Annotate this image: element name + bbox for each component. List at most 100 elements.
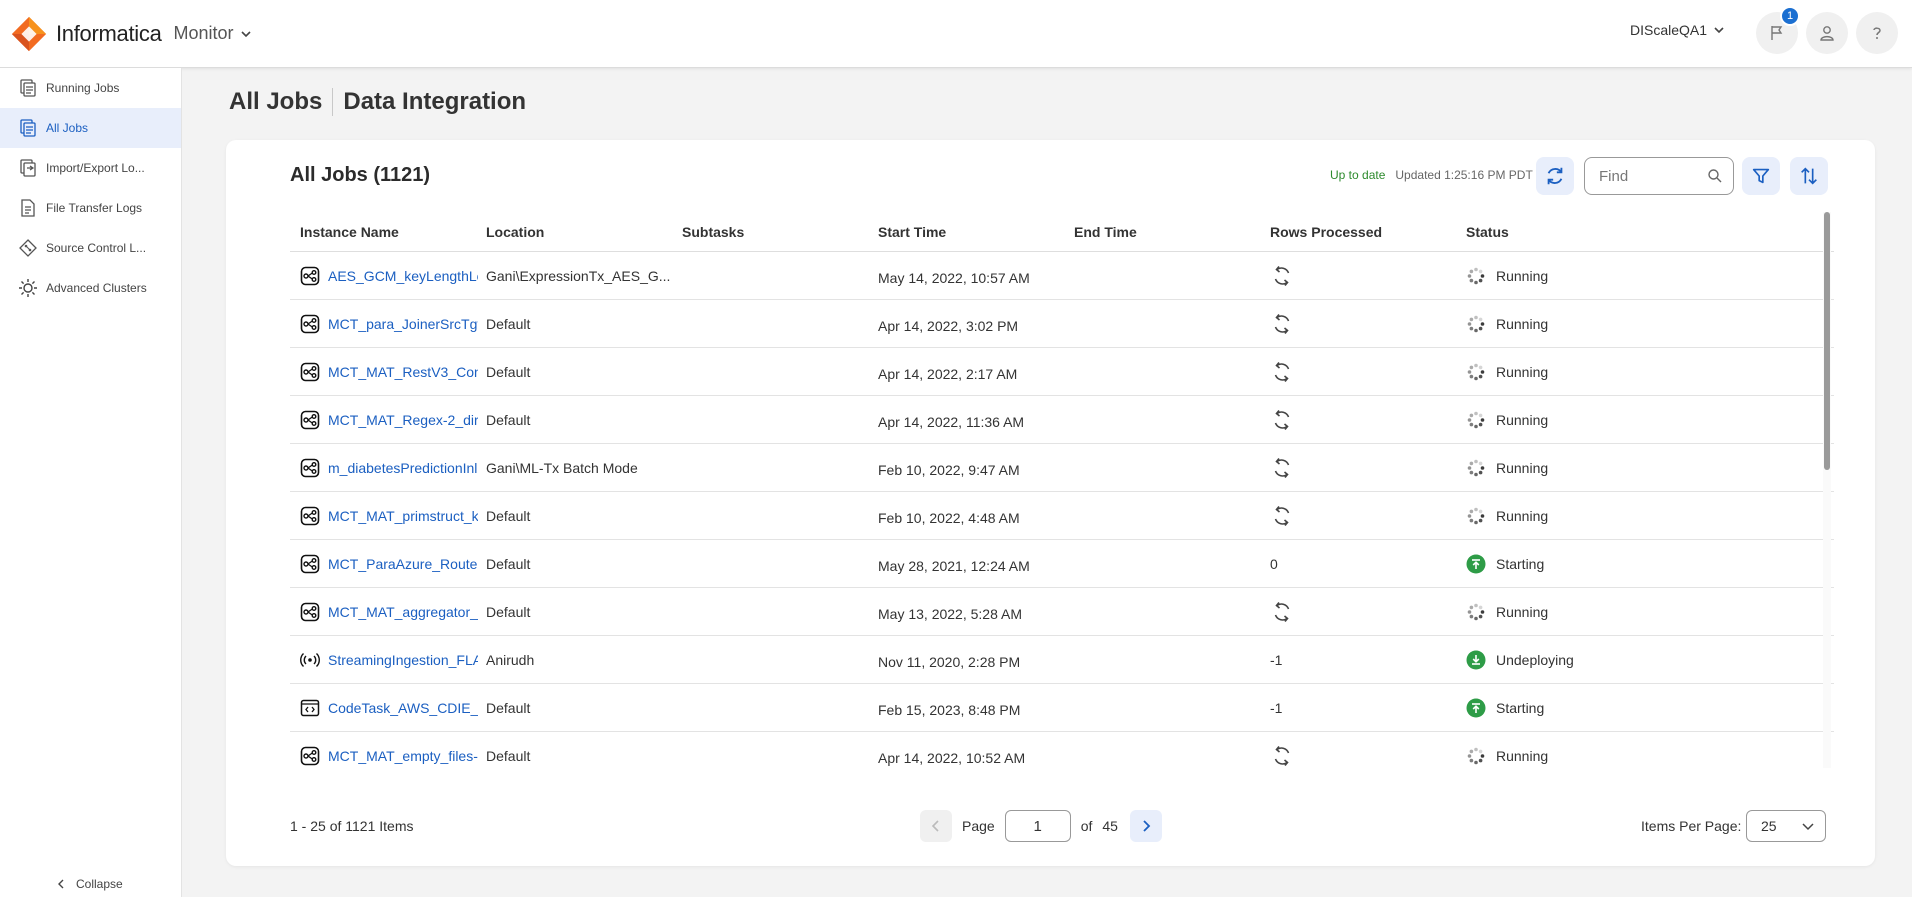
column-header-status[interactable]: Status [1466, 224, 1786, 240]
collapse-button[interactable]: Collapse [56, 877, 123, 891]
instance-link[interactable]: m_diabetesPredictionInl [328, 460, 478, 476]
running-spinner-icon [1467, 267, 1485, 284]
status-text: Running [1496, 603, 1549, 620]
page-label: Page [962, 818, 995, 834]
page-number-input[interactable] [1004, 810, 1071, 842]
cell-instance-name: MCT_MAT_primstruct_k [290, 506, 486, 526]
items-per-page-select[interactable]: 25 [1746, 810, 1826, 842]
column-header-start-time[interactable]: Start Time [878, 224, 1074, 240]
column-header-subtasks[interactable]: Subtasks [682, 224, 878, 240]
cell-start-time: Apr 14, 2022, 3:02 PM [878, 317, 1019, 334]
cell-instance-name: MCT_MAT_RestV3_Conn [290, 362, 486, 382]
table-row[interactable]: AES_GCM_keyLengthLess Gani\ExpressionTx_A… [290, 252, 1834, 300]
table-row[interactable]: MCT_MAT_primstruct_k Default Feb 10, 2022,… [290, 492, 1834, 540]
items-count: 1 - 25 of 1121 Items [290, 818, 414, 834]
mapping-task-icon [300, 746, 320, 765]
user-profile-button[interactable] [1806, 12, 1848, 54]
cell-rows-processed [1270, 504, 1466, 528]
instance-link[interactable]: MCT_MAT_primstruct_k [328, 508, 478, 524]
prev-page-button[interactable] [920, 810, 952, 842]
jobs-card: All Jobs (1121) Up to date Updated 1:25:… [226, 140, 1875, 866]
cell-location: Default [486, 603, 531, 620]
sidebar-item-label: Advanced Clusters [46, 281, 147, 295]
cell-start-time: Nov 11, 2020, 2:28 PM [878, 653, 1021, 670]
column-header-end-time[interactable]: End Time [1074, 224, 1270, 240]
table-row[interactable]: MCT_para_JoinerSrcTgt Default Apr 14, 2022… [290, 300, 1834, 348]
cell-location: Default [486, 747, 531, 764]
instance-link[interactable]: MCT_MAT_RestV3_Conn [328, 364, 478, 380]
table-row[interactable]: MCT_MAT_RestV3_Conn Default Apr 14, 2022, … [290, 348, 1834, 396]
table-row[interactable]: StreamingIngestion_FLA Anirudh Nov 11, 202… [290, 636, 1834, 684]
cell-rows-processed [1270, 312, 1466, 336]
cell-location: Default [486, 507, 531, 524]
filter-button[interactable] [1742, 157, 1780, 195]
column-header-rows-processed[interactable]: Rows Processed [1270, 224, 1466, 240]
find-field[interactable] [1584, 157, 1734, 195]
instance-link[interactable]: StreamingIngestion_FLA [328, 652, 478, 668]
running-spinner-icon [1467, 747, 1485, 764]
instance-link[interactable]: MCT_MAT_empty_files-1 [328, 748, 478, 764]
cell-instance-name: MCT_MAT_aggregator_g [290, 602, 486, 622]
sidebar-item-running-jobs[interactable]: Running Jobs [0, 68, 181, 108]
table-row[interactable]: MCT_MAT_Regex-2_dir_ Default Apr 14, 2022,… [290, 396, 1834, 444]
instance-link[interactable]: MCT_ParaAzure_RouterS [328, 556, 478, 572]
refresh-button[interactable] [1536, 157, 1574, 195]
instance-link[interactable]: AES_GCM_keyLengthLess [328, 268, 478, 284]
org-switcher[interactable]: DIScaleQA1 [1630, 22, 1725, 38]
cell-start-time: Apr 14, 2022, 10:52 AM [878, 749, 1026, 766]
chevron-left-icon [931, 820, 939, 832]
instance-link[interactable]: MCT_MAT_Regex-2_dir_ [328, 412, 478, 428]
mapping-task-icon [300, 410, 320, 429]
sidebar-item-advanced-clusters[interactable]: Advanced Clusters [0, 268, 181, 308]
sidebar-item-all-jobs[interactable]: All Jobs [0, 108, 181, 148]
help-button[interactable] [1856, 12, 1898, 54]
table-scrollbar[interactable] [1823, 212, 1831, 768]
cell-rows-processed: -1 [1270, 700, 1466, 716]
chevron-right-icon [1143, 820, 1151, 832]
cell-instance-name: MCT_para_JoinerSrcTgt [290, 314, 486, 334]
sidebar: Running Jobs All Jobs Import/Export Lo..… [0, 68, 182, 897]
column-header-instance-name[interactable]: Instance Name [290, 224, 486, 240]
table-row[interactable]: MCT_ParaAzure_RouterS Default May 28, 2021… [290, 540, 1834, 588]
cell-instance-name: MCT_ParaAzure_RouterS [290, 554, 486, 574]
cell-rows-processed [1270, 264, 1466, 288]
table-row[interactable]: CodeTask_AWS_CDIE_N Default Feb 15, 2023, … [290, 684, 1834, 732]
refresh-icon [1274, 745, 1290, 766]
sidebar-item-import-export-logs[interactable]: Import/Export Lo... [0, 148, 181, 188]
cell-location: Gani\ML-Tx Batch Mode [486, 459, 638, 476]
instance-link[interactable]: MCT_para_JoinerSrcTgt [328, 316, 478, 332]
notifications-button[interactable]: 1 [1756, 6, 1800, 54]
sidebar-item-source-control-logs[interactable]: Source Control L... [0, 228, 181, 268]
pagination: Page of 45 [920, 810, 1162, 842]
table-row[interactable]: m_diabetesPredictionInl Gani\ML-Tx Batch … [290, 444, 1834, 492]
cell-status: Undeploying [1466, 650, 1786, 670]
app-switcher[interactable]: Monitor [174, 23, 252, 44]
informatica-logo-icon [11, 16, 47, 51]
mapping-task-icon [300, 362, 320, 381]
column-header-location[interactable]: Location [486, 224, 682, 240]
update-status: Up to date Updated 1:25:16 PM PDT [1330, 168, 1533, 182]
sidebar-item-label: Import/Export Lo... [46, 161, 145, 175]
refresh-icon [1274, 313, 1290, 334]
cell-location: Gani\ExpressionTx_AES_G... [486, 267, 671, 284]
find-input[interactable] [1599, 167, 1699, 185]
cell-location: Anirudh [486, 651, 535, 668]
instance-link[interactable]: MCT_MAT_aggregator_g [328, 604, 478, 620]
logo[interactable]: Informatica [10, 15, 162, 53]
page-title: All Jobs Data Integration [229, 88, 526, 116]
table-row[interactable]: MCT_MAT_empty_files-1 Default Apr 14, 2022… [290, 732, 1834, 768]
table-row[interactable]: MCT_MAT_aggregator_g Default May 13, 2022,… [290, 588, 1834, 636]
running-spinner-icon [1467, 411, 1485, 428]
sort-button[interactable] [1790, 157, 1828, 195]
mapping-task-icon [300, 602, 320, 621]
cluster-icon [19, 279, 37, 297]
instance-link[interactable]: CodeTask_AWS_CDIE_N [328, 700, 478, 716]
next-page-button[interactable] [1129, 810, 1162, 842]
running-spinner-icon [1467, 315, 1485, 332]
scrollbar-thumb[interactable] [1824, 212, 1830, 470]
title-divider [332, 88, 334, 116]
cell-location: Default [486, 315, 531, 332]
cell-instance-name: m_diabetesPredictionInl [290, 458, 486, 478]
sidebar-item-file-transfer-logs[interactable]: File Transfer Logs [0, 188, 181, 228]
cell-rows-processed [1270, 360, 1466, 384]
